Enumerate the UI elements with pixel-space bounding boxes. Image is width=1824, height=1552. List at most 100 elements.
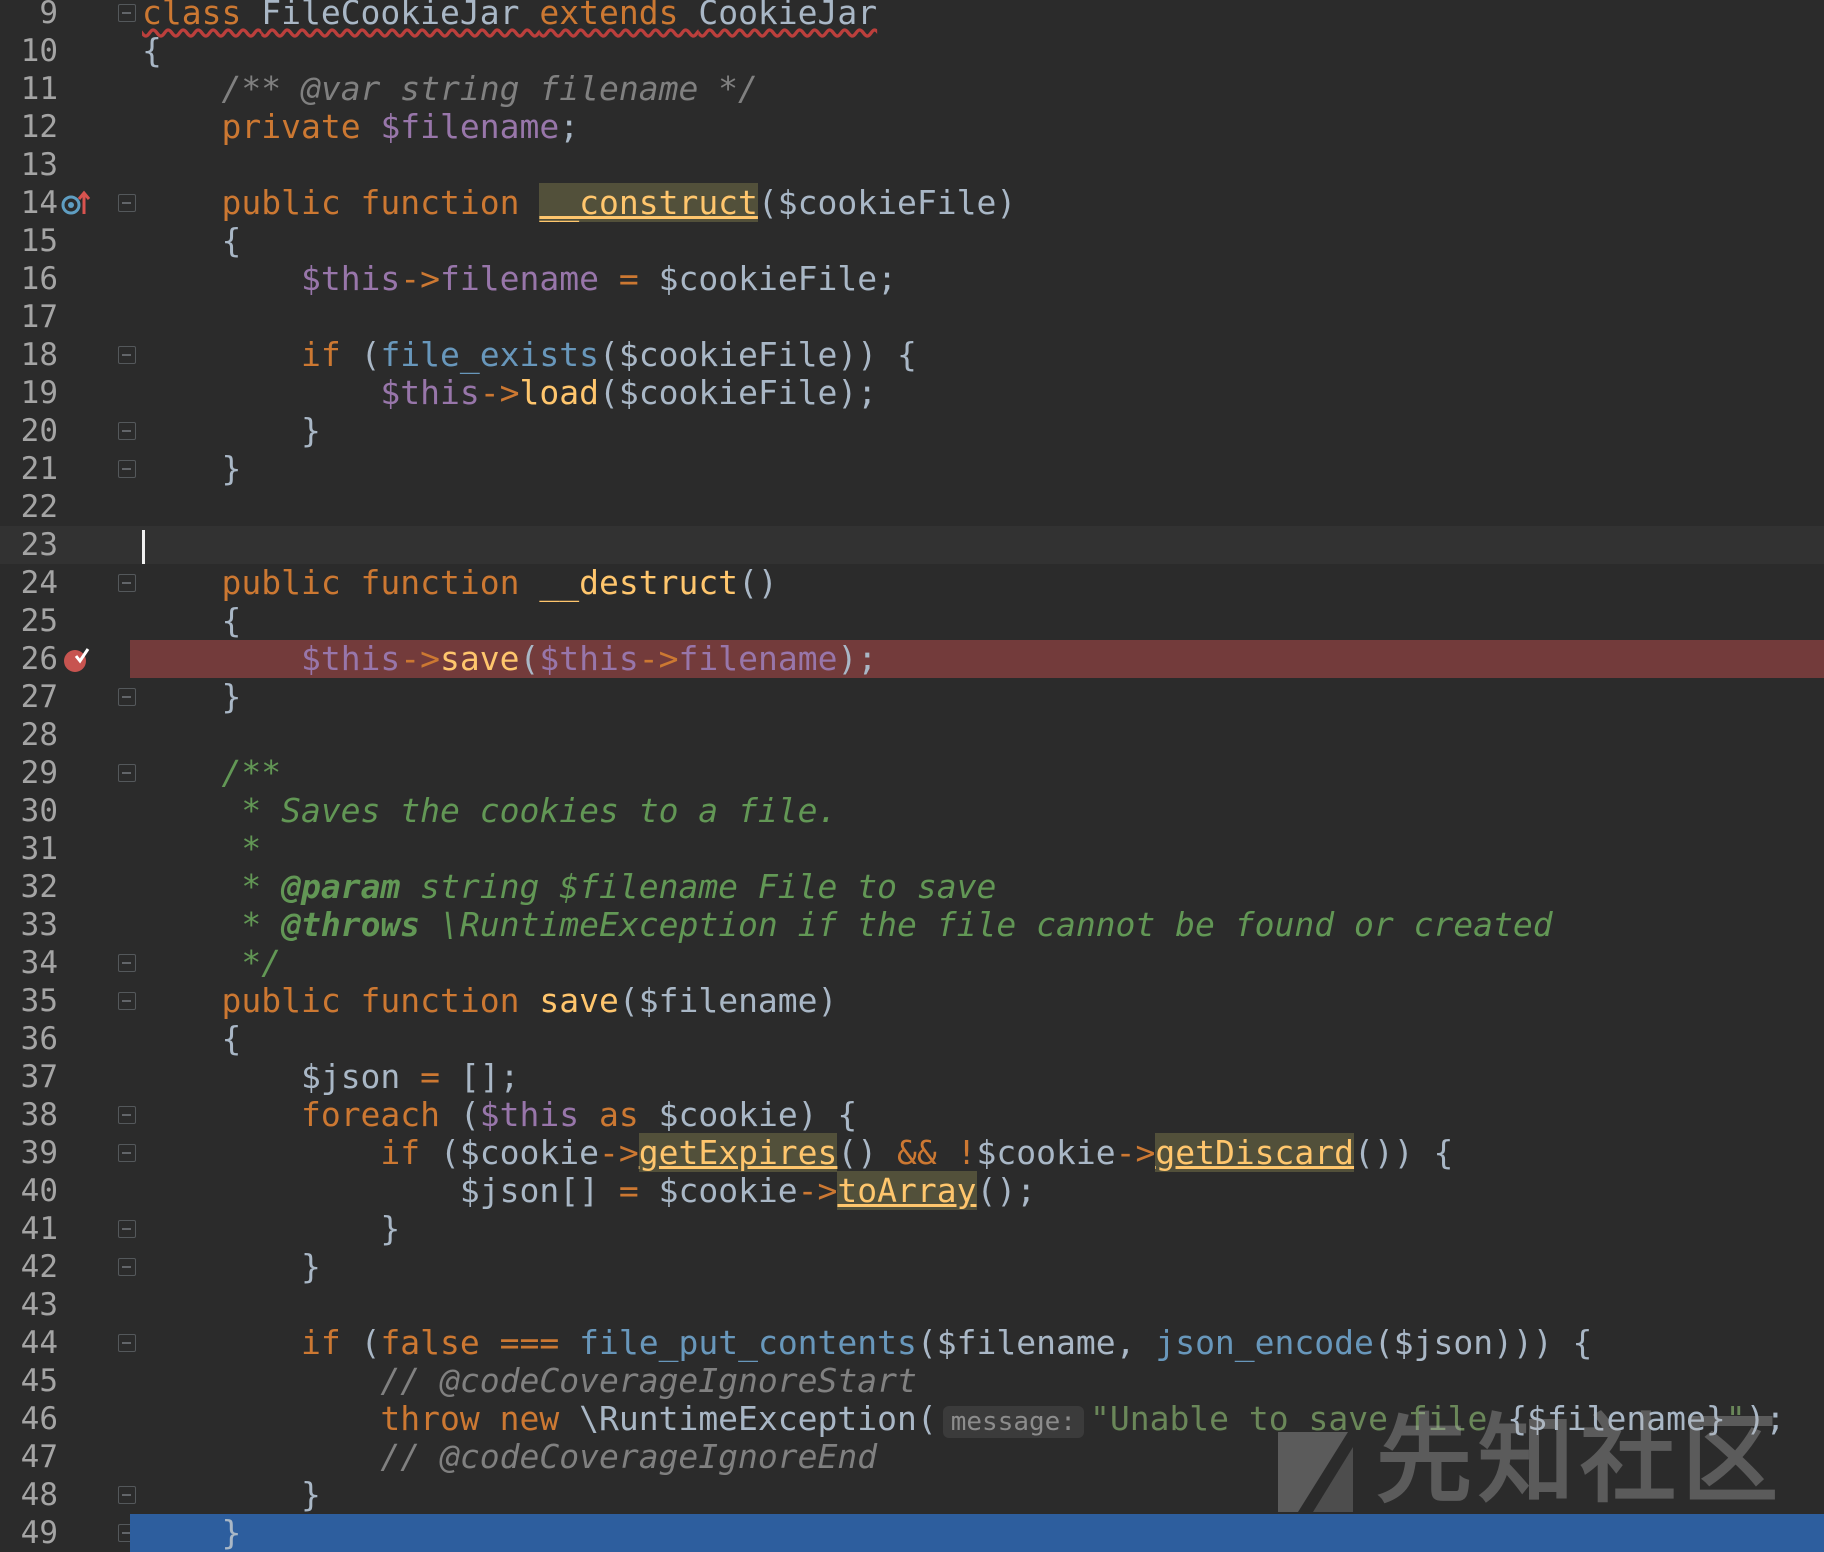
code-line[interactable]: 44 if (false === file_put_contents($file… [0, 1324, 1824, 1362]
code-text[interactable] [130, 526, 1824, 564]
code-text[interactable]: $json[] = $cookie->toArray(); [130, 1171, 1824, 1210]
line-number[interactable]: 47 [0, 1438, 58, 1476]
code-line[interactable]: 41 } [0, 1210, 1824, 1248]
code-text[interactable] [130, 1286, 1824, 1324]
line-number[interactable]: 23 [0, 526, 58, 564]
code-line[interactable]: 28 [0, 716, 1824, 754]
line-number[interactable]: 14 [0, 184, 58, 222]
code-text[interactable]: * [130, 830, 1824, 868]
code-line[interactable]: 38 foreach ($this as $cookie) { [0, 1096, 1824, 1134]
code-text[interactable]: if (file_exists($cookieFile)) { [130, 336, 1824, 374]
code-text[interactable]: { [130, 222, 1824, 260]
breakpoint-icon[interactable] [60, 644, 94, 674]
code-text[interactable]: } [130, 1210, 1824, 1248]
code-line[interactable]: 33 * @throws \RuntimeException if the fi… [0, 906, 1824, 944]
code-line[interactable]: 42 } [0, 1248, 1824, 1286]
line-number[interactable]: 39 [0, 1134, 58, 1172]
code-line[interactable]: 21 } [0, 450, 1824, 488]
line-number[interactable]: 26 [0, 640, 58, 678]
line-number[interactable]: 25 [0, 602, 58, 640]
code-text[interactable]: /** [130, 754, 1824, 792]
line-number[interactable]: 11 [0, 70, 58, 108]
code-line[interactable]: 35 public function save($filename) [0, 982, 1824, 1020]
code-line[interactable]: 27 } [0, 678, 1824, 716]
code-text[interactable]: foreach ($this as $cookie) { [130, 1096, 1824, 1134]
code-line[interactable]: 37 $json = []; [0, 1058, 1824, 1096]
line-number[interactable]: 49 [0, 1514, 58, 1552]
code-editor[interactable]: 9 class FileCookieJar extends CookieJar 10… [0, 0, 1824, 1552]
line-number[interactable]: 15 [0, 222, 58, 260]
line-number[interactable]: 46 [0, 1400, 58, 1438]
code-line[interactable]: 14 public function __construct($cookieFi… [0, 183, 1824, 222]
line-number[interactable]: 45 [0, 1362, 58, 1400]
code-line[interactable]: 16 $this->filename = $cookieFile; [0, 260, 1824, 298]
line-number[interactable]: 30 [0, 792, 58, 830]
code-text[interactable] [130, 716, 1824, 754]
line-number[interactable]: 40 [0, 1172, 58, 1210]
code-line[interactable]: 20 } [0, 412, 1824, 450]
code-text[interactable]: /** @var string filename */ [130, 70, 1824, 108]
line-number[interactable]: 13 [0, 146, 58, 184]
line-number[interactable]: 22 [0, 488, 58, 526]
line-number[interactable]: 27 [0, 678, 58, 716]
line-number[interactable]: 37 [0, 1058, 58, 1096]
code-text[interactable]: } [130, 450, 1824, 488]
code-text[interactable]: } [130, 1248, 1824, 1286]
code-text[interactable]: $this->filename = $cookieFile; [130, 260, 1824, 298]
code-line[interactable]: 43 [0, 1286, 1824, 1324]
code-line[interactable]: 17 [0, 298, 1824, 336]
code-line[interactable]: 32 * @param string $filename File to sav… [0, 868, 1824, 906]
code-text[interactable]: if (false === file_put_contents($filenam… [130, 1324, 1824, 1362]
code-line[interactable]: 39 if ($cookie->getExpires() && !$cookie… [0, 1133, 1824, 1172]
code-text[interactable]: */ [130, 944, 1824, 982]
code-line[interactable]: 26 $this->save($this->filename); [0, 640, 1824, 678]
line-number[interactable]: 38 [0, 1096, 58, 1134]
overrides-method-icon[interactable] [60, 188, 94, 218]
code-line[interactable]: 36 { [0, 1020, 1824, 1058]
line-number[interactable]: 42 [0, 1248, 58, 1286]
code-text[interactable]: } [130, 412, 1824, 450]
line-number[interactable]: 10 [0, 32, 58, 70]
line-number[interactable]: 43 [0, 1286, 58, 1324]
code-text[interactable]: public function __construct($cookieFile) [130, 183, 1824, 222]
line-number[interactable]: 17 [0, 298, 58, 336]
code-line[interactable]: 31 * [0, 830, 1824, 868]
code-line[interactable]: 18 if (file_exists($cookieFile)) { [0, 336, 1824, 374]
code-line[interactable]: 13 [0, 146, 1824, 184]
code-line[interactable]: 24 public function __destruct() [0, 564, 1824, 602]
code-text[interactable]: $json = []; [130, 1058, 1824, 1096]
line-number[interactable]: 28 [0, 716, 58, 754]
code-line[interactable]: 40 $json[] = $cookie->toArray(); [0, 1171, 1824, 1210]
line-number[interactable]: 9 [0, 0, 58, 32]
code-text[interactable]: if ($cookie->getExpires() && !$cookie->g… [130, 1133, 1824, 1172]
code-text[interactable]: } [130, 678, 1824, 716]
code-line[interactable]: 29 /** [0, 754, 1824, 792]
code-line[interactable]: 25 { [0, 602, 1824, 640]
code-text[interactable]: { [130, 602, 1824, 640]
code-text[interactable] [130, 146, 1824, 184]
code-text[interactable]: public function __destruct() [130, 564, 1824, 602]
code-line[interactable]: 22 [0, 488, 1824, 526]
code-text[interactable]: { [130, 1020, 1824, 1058]
line-number[interactable]: 29 [0, 754, 58, 792]
code-text[interactable] [130, 488, 1824, 526]
code-text[interactable]: private $filename; [130, 108, 1824, 146]
line-number[interactable]: 48 [0, 1476, 58, 1514]
code-text[interactable]: { [130, 32, 1824, 70]
line-number[interactable]: 19 [0, 374, 58, 412]
code-line[interactable]: 19 $this->load($cookieFile); [0, 374, 1824, 412]
line-number[interactable]: 12 [0, 108, 58, 146]
code-line[interactable]: 34 */ [0, 944, 1824, 982]
line-number[interactable]: 44 [0, 1324, 58, 1362]
code-text[interactable]: * @param string $filename File to save [130, 868, 1824, 906]
line-number[interactable]: 18 [0, 336, 58, 374]
line-number[interactable]: 31 [0, 830, 58, 868]
code-line[interactable]: 10 { [0, 32, 1824, 70]
code-line[interactable]: 15 { [0, 222, 1824, 260]
line-number[interactable]: 36 [0, 1020, 58, 1058]
line-number[interactable]: 32 [0, 868, 58, 906]
code-text[interactable]: public function save($filename) [130, 982, 1824, 1020]
code-text[interactable]: * Saves the cookies to a file. [130, 792, 1824, 830]
line-number[interactable]: 41 [0, 1210, 58, 1248]
code-text[interactable]: $this->save($this->filename); [130, 640, 1824, 678]
